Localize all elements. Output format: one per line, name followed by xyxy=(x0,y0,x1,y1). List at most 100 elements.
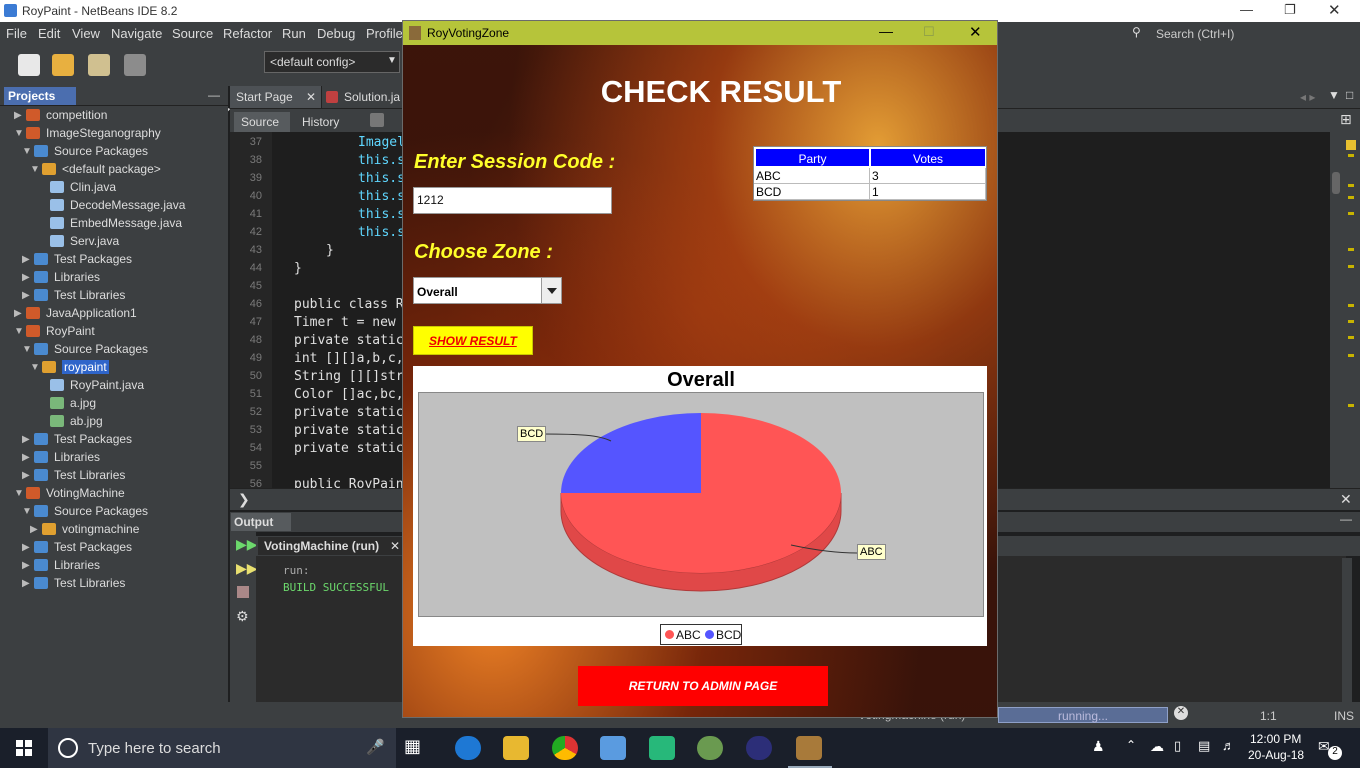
tree-item[interactable]: ▶ JavaApplication1 xyxy=(14,304,137,322)
minimize-panel-icon[interactable]: — xyxy=(208,88,220,102)
eclipse-icon[interactable] xyxy=(746,736,772,760)
battery-icon[interactable]: ▯ xyxy=(1174,738,1181,754)
people-icon[interactable]: ♟ xyxy=(1092,738,1105,755)
scroll-tabs-icon[interactable]: ◂ ▸ xyxy=(1300,90,1315,104)
tab-run-output[interactable]: VotingMachine (run) ✕ xyxy=(258,537,404,555)
scrollbar[interactable] xyxy=(1342,558,1352,702)
menu-refactor[interactable]: Refactor xyxy=(223,26,272,41)
volume-icon[interactable]: ♬ xyxy=(1222,738,1235,753)
cancel-task-icon[interactable]: ✕ xyxy=(1174,706,1188,720)
java-app-icon[interactable] xyxy=(796,736,822,760)
close-icon[interactable]: ✕ xyxy=(1328,1,1341,19)
microphone-icon[interactable]: 🎤 xyxy=(366,738,385,756)
table-cell[interactable]: BCD xyxy=(754,184,870,200)
clock-time[interactable]: 12:00 PM xyxy=(1250,732,1301,746)
new-file-icon[interactable] xyxy=(18,54,40,76)
tab-start-page[interactable]: Start Page ✕ xyxy=(230,86,322,108)
chevron-down-icon[interactable]: ▼ xyxy=(22,506,34,517)
progress-bar[interactable]: running... xyxy=(998,707,1168,723)
chevron-down-icon[interactable]: ▼ xyxy=(14,128,26,139)
tree-item[interactable]: ▶ Libraries xyxy=(22,268,100,286)
tab-output[interactable]: Output ✕ xyxy=(231,513,291,543)
edge-icon[interactable] xyxy=(455,736,481,760)
tab-list-icon[interactable]: ▼ xyxy=(1328,88,1340,102)
tree-item[interactable]: a.jpg xyxy=(38,394,96,412)
minimize-icon[interactable]: — xyxy=(879,23,893,39)
code-line[interactable]: this.s xyxy=(358,207,405,222)
code-line[interactable]: } xyxy=(326,243,334,258)
tree-item[interactable]: ▶ Test Packages xyxy=(22,430,132,448)
settings-icon[interactable]: ⚙ xyxy=(236,608,249,625)
chevron-right-icon[interactable]: ▶ xyxy=(22,434,34,445)
menu-edit[interactable]: Edit xyxy=(38,26,60,41)
tree-item[interactable]: Clin.java xyxy=(38,178,116,196)
chevron-right-icon[interactable]: ▶ xyxy=(22,452,34,463)
chevron-down-icon[interactable] xyxy=(541,278,561,303)
menu-file[interactable]: File xyxy=(6,26,27,41)
menu-debug[interactable]: Debug xyxy=(317,26,355,41)
chevron-right-icon[interactable]: ▶ xyxy=(22,578,34,589)
android-studio-icon[interactable] xyxy=(697,736,723,760)
close-icon[interactable]: ✕ xyxy=(306,90,316,104)
chevron-down-icon[interactable]: ▼ xyxy=(14,488,26,499)
last-edit-icon[interactable] xyxy=(370,113,384,127)
tree-item[interactable]: ▼ ImageSteganography xyxy=(14,124,161,142)
tree-item[interactable]: Serv.java xyxy=(38,232,119,250)
chevron-right-icon[interactable]: ▶ xyxy=(22,254,34,265)
new-project-icon[interactable] xyxy=(52,54,74,76)
tab-source[interactable]: Source xyxy=(234,112,290,132)
code-line[interactable]: this.s xyxy=(358,189,405,204)
table-cell[interactable]: ABC xyxy=(754,168,870,184)
code-line[interactable]: public class R xyxy=(294,297,404,312)
close-icon[interactable]: ✕ xyxy=(390,539,400,553)
tree-item[interactable]: ▶ Libraries xyxy=(22,556,100,574)
show-result-button[interactable]: SHOW RESULT xyxy=(413,326,533,355)
scrollbar-thumb[interactable] xyxy=(1332,172,1340,194)
file-explorer-icon[interactable] xyxy=(503,736,529,760)
tree-item[interactable]: ▶ Test Libraries xyxy=(22,466,125,484)
chevron-right-icon[interactable]: ▶ xyxy=(30,524,42,535)
tree-item[interactable]: ▶ Test Libraries xyxy=(22,574,125,592)
virtualbox-icon[interactable] xyxy=(600,736,626,760)
pie-slice-bcd[interactable] xyxy=(561,413,701,493)
close-icon[interactable]: ✕ xyxy=(969,23,982,41)
code-line[interactable]: this.s xyxy=(358,153,405,168)
save-all-icon[interactable] xyxy=(124,54,146,76)
session-code-input[interactable]: 1212 xyxy=(413,187,612,214)
tree-item[interactable]: ▼ RoyPaint xyxy=(14,322,95,340)
maximize-editor-icon[interactable]: □ xyxy=(1346,88,1353,102)
code-line[interactable]: Imagel xyxy=(358,135,405,150)
tab-projects[interactable]: Projects ✕ xyxy=(4,87,76,117)
menu-navigate[interactable]: Navigate xyxy=(111,26,162,41)
chevron-right-icon[interactable]: ▶ xyxy=(22,470,34,481)
chevron-up-icon[interactable]: ⌃ xyxy=(1126,738,1136,752)
pycharm-icon[interactable] xyxy=(649,736,675,760)
tree-item[interactable]: ▶ votingmachine xyxy=(30,520,139,538)
split-icon[interactable]: ⊞ xyxy=(1340,111,1352,128)
chevron-right-icon[interactable]: ▶ xyxy=(22,272,34,283)
clock-date[interactable]: 20-Aug-18 xyxy=(1248,748,1304,762)
chevron-down-icon[interactable]: ▼ xyxy=(14,326,26,337)
code-line[interactable]: private static xyxy=(294,333,404,348)
tree-item[interactable]: ▼ Source Packages xyxy=(22,340,148,358)
ide-search[interactable]: ⚲ Search (Ctrl+I) xyxy=(1130,24,1360,44)
table-cell[interactable]: 1 xyxy=(870,184,986,200)
zone-select[interactable]: Overall xyxy=(413,277,562,304)
menu-profile[interactable]: Profile xyxy=(366,26,403,41)
config-select[interactable]: <default config> ▼ xyxy=(264,51,400,73)
tree-item[interactable]: ▼ roypaint xyxy=(30,358,109,376)
chevron-right-icon[interactable]: ▶ xyxy=(22,542,34,553)
code-line[interactable]: private static xyxy=(294,405,404,420)
tree-item[interactable]: ▼ Source Packages xyxy=(22,142,148,160)
chevron-right-icon[interactable]: ▶ xyxy=(14,308,26,319)
tree-item[interactable]: EmbedMessage.java xyxy=(38,214,182,232)
taskbar-search[interactable]: Type here to search 🎤 xyxy=(48,728,396,768)
open-project-icon[interactable] xyxy=(88,54,110,76)
maximize-icon[interactable]: ❐ xyxy=(1284,2,1296,18)
rerun-params-icon[interactable]: ▶▶ xyxy=(236,560,258,577)
tab-solution[interactable]: Solution.ja xyxy=(322,86,412,108)
return-admin-button[interactable]: RETURN TO ADMIN PAGE xyxy=(578,666,828,706)
tree-item[interactable]: ▶ Test Libraries xyxy=(22,286,125,304)
tree-item[interactable]: ▶ Test Packages xyxy=(22,538,132,556)
network-icon[interactable]: ▤ xyxy=(1198,738,1210,754)
